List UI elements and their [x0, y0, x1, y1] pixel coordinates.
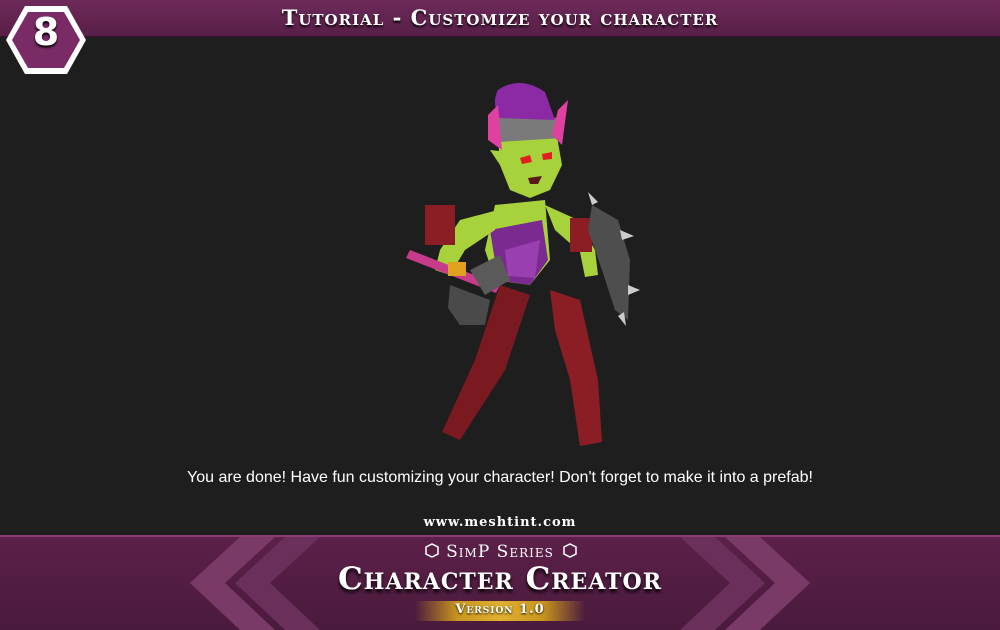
- series-label: SimP Series: [446, 542, 554, 562]
- character-head: [488, 82, 568, 198]
- completion-caption: You are done! Have fun customizing your …: [187, 469, 813, 486]
- header-bar: Tutorial - Customize your character: [0, 0, 1000, 37]
- tutorial-title: Tutorial - Customize your character: [281, 5, 719, 30]
- version-label: Version 1.0: [455, 602, 545, 617]
- character-preview: [406, 82, 640, 446]
- website-link[interactable]: www.meshtint.com: [0, 515, 1000, 530]
- product-title: Character Creator: [337, 561, 662, 597]
- step-number: 8: [32, 10, 60, 54]
- footer-banner: SimP Series Character Creator Version 1.…: [0, 535, 1000, 630]
